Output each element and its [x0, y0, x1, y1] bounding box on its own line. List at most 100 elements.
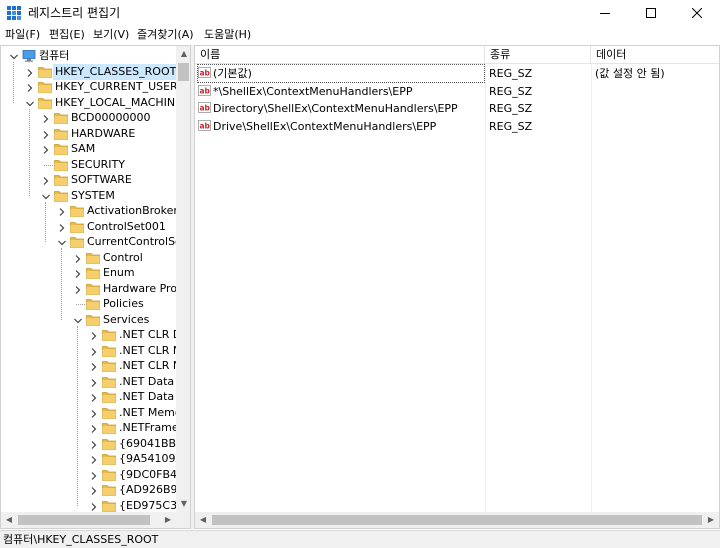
- tree-item[interactable]: .NET CLR Ne: [1, 358, 188, 374]
- tree-item[interactable]: {69041BBC-: [1, 436, 188, 452]
- column-header-name[interactable]: 이름: [195, 46, 485, 64]
- tree-item[interactable]: .NET Data P: [1, 374, 184, 390]
- tree-item[interactable]: .NET CLR Ne: [1, 343, 188, 359]
- expand-chevron-icon[interactable]: [41, 113, 51, 123]
- expand-chevron-icon[interactable]: [25, 82, 35, 92]
- minimize-button[interactable]: [582, 0, 628, 26]
- expand-chevron-icon[interactable]: [73, 268, 83, 278]
- collapse-chevron-icon[interactable]: [25, 98, 35, 108]
- tree-item[interactable]: ControlSet001: [1, 219, 176, 235]
- tree-horizontal-scrollbar[interactable]: ◀ ▶: [1, 512, 176, 528]
- tree-item[interactable]: {9A54109A-: [1, 451, 187, 467]
- menu-file[interactable]: 파일(F): [5, 28, 40, 42]
- expand-chevron-icon[interactable]: [73, 284, 83, 294]
- tree-item[interactable]: Hardware Profi: [1, 281, 184, 297]
- status-bar: 컴퓨터\HKEY_CLASSES_ROOT: [0, 530, 720, 548]
- expand-chevron-icon[interactable]: [89, 377, 99, 387]
- tree-item[interactable]: Policies: [1, 296, 176, 312]
- expand-chevron-icon[interactable]: [89, 485, 99, 495]
- expand-chevron-icon[interactable]: [89, 408, 99, 418]
- tree-item[interactable]: .NET Memo: [1, 405, 182, 421]
- folder-icon: [102, 345, 116, 357]
- tree-item[interactable]: .NET CLR Da: [1, 327, 188, 343]
- scroll-right-arrow-icon[interactable]: ▶: [160, 512, 176, 528]
- registry-tree[interactable]: 컴퓨터 HKEY_CLASSES_ROOT HKEY_CURRENT_USER HKE…: [0, 45, 191, 529]
- scroll-right-arrow-icon[interactable]: ▶: [703, 512, 719, 528]
- collapse-chevron-icon[interactable]: [9, 51, 19, 61]
- expand-chevron-icon[interactable]: [25, 67, 35, 77]
- expand-chevron-icon[interactable]: [89, 454, 99, 464]
- tree-vscroll-thumb[interactable]: [178, 63, 189, 81]
- value-type-cell: REG_SZ: [489, 102, 533, 115]
- tree-item[interactable]: HKEY_LOCAL_MACHINE: [1, 95, 182, 111]
- menu-help[interactable]: 도움말(H): [204, 28, 251, 42]
- expand-chevron-icon[interactable]: [57, 206, 67, 216]
- column-header-data[interactable]: 데이터: [591, 46, 719, 64]
- collapse-chevron-icon[interactable]: [41, 191, 51, 201]
- expand-chevron-icon[interactable]: [73, 253, 83, 263]
- scroll-up-arrow-icon[interactable]: ▲: [176, 46, 190, 62]
- menu-view[interactable]: 보기(V): [93, 28, 129, 42]
- tree-item[interactable]: BCD00000000: [1, 110, 176, 126]
- tree-hscroll-thumb[interactable]: [18, 515, 150, 525]
- tree-item[interactable]: Enum: [1, 265, 176, 281]
- folder-icon: [70, 205, 84, 217]
- list-hscroll-thumb[interactable]: [212, 515, 702, 525]
- folder-icon: [38, 66, 52, 78]
- tree-item[interactable]: Control: [1, 250, 176, 266]
- tree-item[interactable]: {9DC0FB4F-: [1, 467, 187, 483]
- tree-item[interactable]: .NETFramew: [1, 420, 188, 436]
- scroll-left-arrow-icon[interactable]: ◀: [1, 512, 17, 528]
- tree-item[interactable]: HARDWARE: [1, 126, 176, 142]
- list-row[interactable]: ab Drive\ShellEx\ContextMenuHandlers\EPP R…: [195, 118, 719, 135]
- expand-chevron-icon[interactable]: [41, 144, 51, 154]
- list-row[interactable]: ab Directory\ShellEx\ContextMenuHandlers\…: [195, 100, 719, 117]
- expand-chevron-icon[interactable]: [89, 346, 99, 356]
- tree-item[interactable]: CurrentControlSet: [1, 234, 186, 250]
- list-horizontal-scrollbar[interactable]: ◀ ▶: [195, 512, 719, 528]
- expand-chevron-icon[interactable]: [57, 222, 67, 232]
- expand-chevron-icon[interactable]: [89, 439, 99, 449]
- menu-edit[interactable]: 편집(E): [49, 28, 85, 42]
- tree-item[interactable]: HKEY_CLASSES_ROOT: [1, 63, 179, 80]
- tree-item[interactable]: HKEY_CURRENT_USER: [1, 79, 178, 95]
- expand-chevron-icon[interactable]: [89, 330, 99, 340]
- collapse-chevron-icon[interactable]: [57, 237, 67, 247]
- tree-item-label: SAM: [71, 142, 96, 155]
- expand-chevron-icon[interactable]: [89, 361, 99, 371]
- expand-chevron-icon[interactable]: [89, 423, 99, 433]
- tree-item[interactable]: ActivationBroker: [1, 203, 178, 219]
- folder-icon: [102, 469, 116, 481]
- expand-chevron-icon[interactable]: [41, 129, 51, 139]
- maximize-button[interactable]: [628, 0, 674, 26]
- collapse-chevron-icon[interactable]: [73, 315, 83, 325]
- tree-item[interactable]: SOFTWARE: [1, 172, 176, 188]
- tree-item[interactable]: SAM: [1, 141, 176, 157]
- computer-icon: [22, 50, 36, 62]
- scroll-down-arrow-icon[interactable]: ▼: [176, 496, 190, 512]
- tree-item[interactable]: SECURITY: [1, 157, 176, 173]
- tree-item-label: Control: [103, 250, 143, 264]
- reg-string-icon: ab: [198, 84, 213, 98]
- list-row[interactable]: ab (기본값) REG_SZ (값 설정 안 됨): [195, 64, 719, 83]
- tree-guide-line: [77, 325, 78, 506]
- menu-favorites[interactable]: 즐겨찾기(A): [137, 28, 194, 42]
- list-row[interactable]: ab *\ShellEx\ContextMenuHandlers\EPP REG_S…: [195, 83, 719, 100]
- expand-chevron-icon[interactable]: [41, 175, 51, 185]
- expand-chevron-icon[interactable]: [89, 470, 99, 480]
- expand-chevron-icon[interactable]: [89, 501, 99, 511]
- tree-vertical-scrollbar[interactable]: ▲ ▼: [176, 46, 190, 512]
- expand-chevron-icon[interactable]: [89, 392, 99, 402]
- close-button[interactable]: [674, 0, 720, 26]
- svg-text:ab: ab: [200, 69, 211, 78]
- column-header-type[interactable]: 종류: [485, 46, 591, 64]
- tree-item[interactable]: Services: [1, 312, 176, 328]
- values-list[interactable]: 이름 종류 데이터 ab (기본값) REG_SZ (값 설정 안 됨) ab *\She…: [194, 45, 720, 529]
- tree-item[interactable]: {AD926B99-: [1, 482, 189, 498]
- tree-item[interactable]: SYSTEM: [1, 188, 176, 204]
- folder-icon: [54, 190, 68, 202]
- value-type-cell: REG_SZ: [489, 119, 533, 133]
- tree-item[interactable]: .NET Data P: [1, 389, 184, 405]
- scroll-left-arrow-icon[interactable]: ◀: [195, 512, 211, 528]
- tree-item[interactable]: 컴퓨터: [1, 48, 176, 64]
